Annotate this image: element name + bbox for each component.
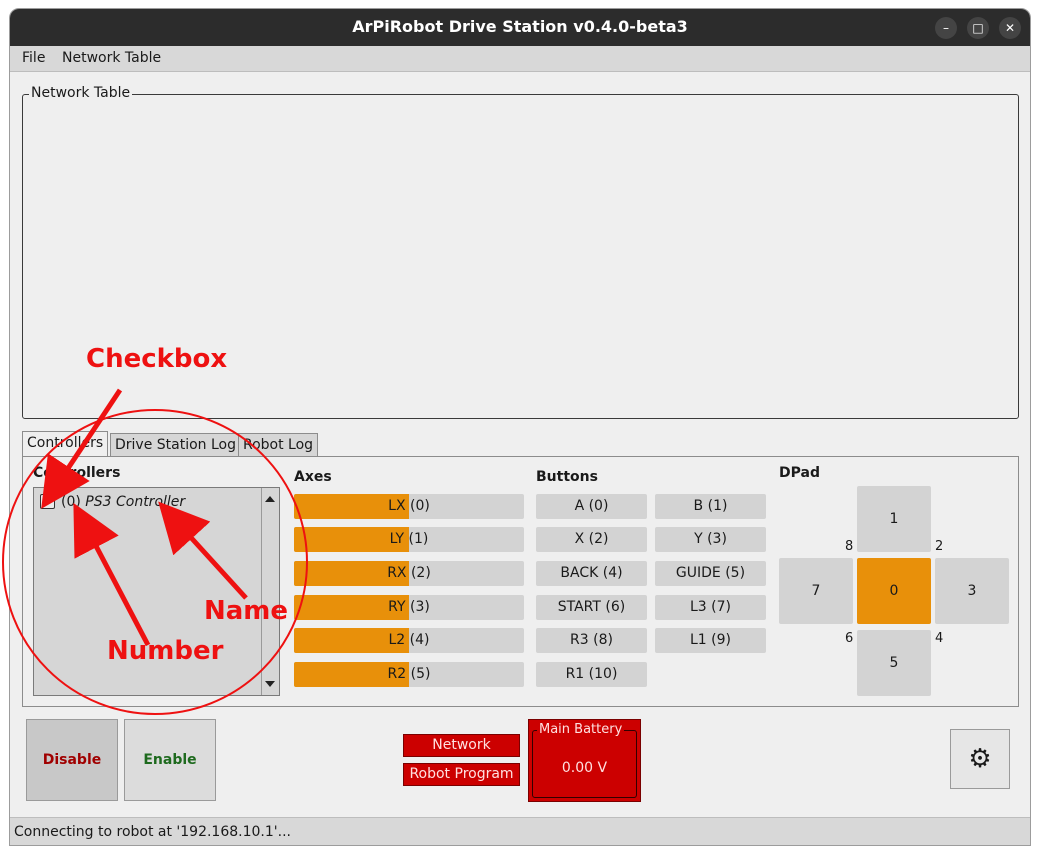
title-bar: ArPiRobot Drive Station v0.4.0-beta3 – □…: [10, 9, 1030, 46]
controllers-panel: Controllers (0) PS3 Controller Axes LX (…: [22, 456, 1019, 707]
maximize-button[interactable]: □: [967, 17, 989, 39]
axis-label: L2 (4): [388, 632, 430, 648]
buttons-label: Buttons: [536, 469, 598, 485]
button-indicator-y: Y (3): [655, 527, 766, 552]
button-indicator-back: BACK (4): [536, 561, 647, 586]
status-message: Connecting to robot at '192.168.10.1'...: [14, 824, 291, 840]
dpad-label-4: 4: [935, 631, 944, 646]
disable-button[interactable]: Disable: [26, 719, 118, 801]
button-indicator-l3: L3 (7): [655, 595, 766, 620]
battery-legend: Main Battery: [537, 722, 625, 737]
button-indicator-start: START (6): [536, 595, 647, 620]
axis-label: LY (1): [389, 531, 429, 547]
robot-program-status: Robot Program: [403, 763, 520, 786]
dpad-cell-7: 7: [779, 558, 853, 624]
scroll-up-icon[interactable]: [265, 496, 275, 502]
tab-robot-log[interactable]: Robot Log: [238, 433, 319, 457]
axis-bar-r2: R2 (5): [294, 662, 524, 687]
settings-button[interactable]: ⚙: [950, 729, 1010, 789]
controller-checkbox[interactable]: [40, 494, 55, 509]
main-battery-group: Main Battery 0.00 V: [528, 719, 641, 802]
axis-label: RY (3): [388, 599, 430, 615]
tab-drive-station-log[interactable]: Drive Station Log: [110, 433, 242, 457]
menu-file[interactable]: File: [22, 50, 45, 66]
axis-bar-ry: RY (3): [294, 595, 524, 620]
axis-label: RX (2): [387, 565, 431, 581]
dpad-label-8: 8: [845, 539, 854, 554]
axis-bar-ly: LY (1): [294, 527, 524, 552]
tab-controllers[interactable]: Controllers: [22, 431, 109, 457]
axis-bar-rx: RX (2): [294, 561, 524, 586]
button-indicator-r1: R1 (10): [536, 662, 647, 687]
axis-label: R2 (5): [387, 666, 431, 682]
minimize-button[interactable]: –: [935, 17, 957, 39]
controllers-label: Controllers: [33, 465, 121, 481]
controller-name: PS3 Controller: [85, 494, 186, 510]
annotation-name: Name: [204, 596, 289, 626]
axes-label: Axes: [294, 469, 332, 485]
enable-button[interactable]: Enable: [124, 719, 216, 801]
dpad-label-2: 2: [935, 539, 944, 554]
scroll-down-icon[interactable]: [265, 681, 275, 687]
close-button[interactable]: ✕: [999, 17, 1021, 39]
app-window: ArPiRobot Drive Station v0.4.0-beta3 – □…: [9, 8, 1031, 846]
axis-bar-lx: LX (0): [294, 494, 524, 519]
button-indicator-x: X (2): [536, 527, 647, 552]
network-status: Network: [403, 734, 520, 757]
button-indicator-b: B (1): [655, 494, 766, 519]
annotation-checkbox: Checkbox: [86, 344, 228, 374]
button-indicator-a: A (0): [536, 494, 647, 519]
dpad-cell-1: 1: [857, 486, 931, 552]
dpad-label: DPad: [779, 465, 820, 481]
annotation-number: Number: [107, 636, 224, 666]
menu-network-table[interactable]: Network Table: [62, 50, 161, 66]
button-indicator-guide: GUIDE (5): [655, 561, 766, 586]
axis-bar-l2: L2 (4): [294, 628, 524, 653]
dpad-cell-3: 3: [935, 558, 1009, 624]
list-item[interactable]: (0) PS3 Controller: [40, 494, 185, 510]
status-bar: Connecting to robot at '192.168.10.1'...: [10, 817, 1030, 845]
window-title: ArPiRobot Drive Station v0.4.0-beta3: [352, 17, 688, 36]
axis-label: LX (0): [388, 498, 430, 514]
dpad-cell-0: 0: [857, 558, 931, 624]
menu-bar: File Network Table: [10, 46, 1030, 72]
dpad-cell-5: 5: [857, 630, 931, 696]
list-scrollbar[interactable]: [261, 488, 279, 695]
battery-voltage: 0.00 V: [561, 760, 608, 776]
dpad-label-6: 6: [845, 631, 854, 646]
network-table-legend: Network Table: [29, 85, 133, 101]
controller-number: (0): [61, 494, 81, 510]
gear-icon: ⚙: [968, 744, 992, 774]
button-indicator-r3: R3 (8): [536, 628, 647, 653]
button-indicator-l1: L1 (9): [655, 628, 766, 653]
